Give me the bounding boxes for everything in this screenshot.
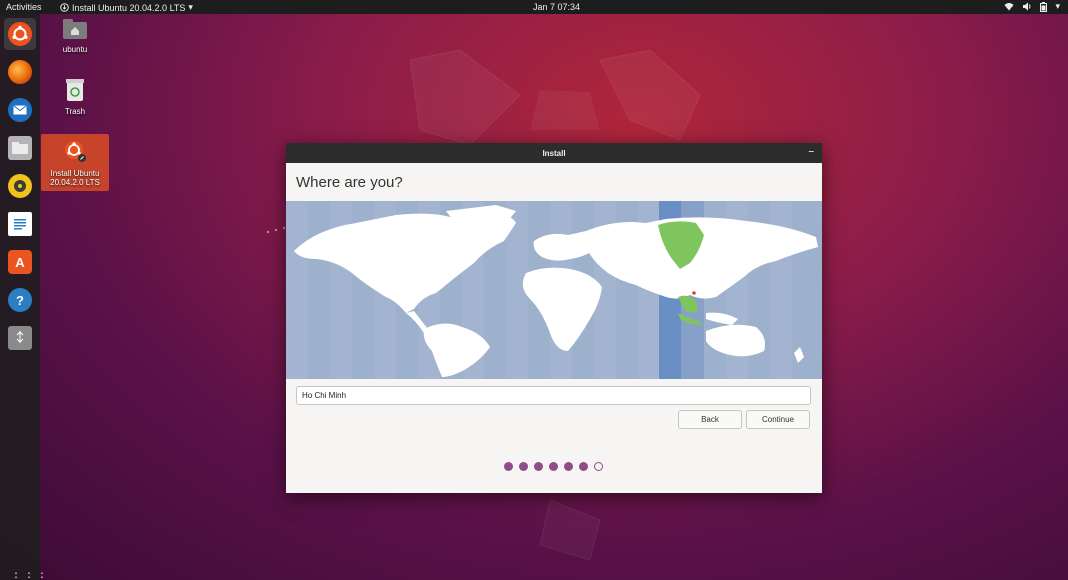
progress-dot [504,462,513,471]
progress-dot [549,462,558,471]
writer-icon [8,212,32,236]
back-button[interactable]: Back [678,410,742,429]
dock-item-usb-drive[interactable] [4,322,36,354]
app-menu-label: Install Ubuntu 20.04.2.0 LTS [72,2,186,13]
dock-item-ubuntu-installer[interactable] [4,18,36,50]
firefox-icon [8,60,32,84]
desktop-icon-label: ubuntu [62,45,88,54]
progress-dot [534,462,543,471]
desktop-icon-home[interactable]: ubuntu [41,18,109,54]
desktop-icon-label: Install Ubuntu 20.04.2.0 LTS [50,169,100,187]
rhythmbox-icon [8,174,32,198]
dock-item-libreoffice-writer[interactable] [4,208,36,240]
dock: A ? ⋮⋮⋮ [0,14,48,580]
dock-item-thunderbird[interactable] [4,94,36,126]
activities-button[interactable]: Activities [6,2,42,12]
desktop-icon-install-ubuntu[interactable]: Install Ubuntu 20.04.2.0 LTS [41,134,109,191]
dock-item-firefox[interactable] [4,56,36,88]
continue-button[interactable]: Continue [746,410,810,429]
dock-item-files[interactable] [4,132,36,164]
download-icon [60,3,69,12]
timezone-city-input[interactable] [296,386,811,405]
top-bar: Activities Install Ubuntu 20.04.2.0 LTS … [0,0,1068,14]
ubuntu-installer-icon [8,22,32,46]
dock-item-rhythmbox[interactable] [4,170,36,202]
clock[interactable]: Jan 7 07:34 [533,2,580,12]
home-folder-icon [41,18,109,42]
trash-icon [41,78,109,104]
app-menu[interactable]: Install Ubuntu 20.04.2.0 LTS ▾ [60,2,193,13]
system-menu-chevron-icon: ▾ [1055,1,1060,11]
desktop-icon-label: Trash [64,107,86,116]
chevron-down-icon: ▾ [188,2,193,12]
installer-window: Install – Where are you? Ho Chi Minh Bac… [286,143,822,493]
thunderbird-icon [8,98,32,122]
wifi-icon [1004,3,1014,11]
world-map [286,201,818,379]
progress-indicator [504,462,603,471]
window-titlebar[interactable]: Install – [286,143,822,163]
battery-icon [1040,1,1048,12]
minimize-button[interactable]: – [808,146,814,157]
ubuntu-installer-icon [41,138,109,166]
dock-item-help[interactable]: ? [4,284,36,316]
timezone-map[interactable] [286,201,822,379]
usb-drive-icon [8,326,32,350]
desktop-icon-trash[interactable]: Trash [41,78,109,116]
page-title: Where are you? [296,174,403,191]
system-tray[interactable]: ▾ [1004,1,1060,12]
progress-dot [519,462,528,471]
dock-item-ubuntu-software[interactable]: A [4,246,36,278]
progress-dot [579,462,588,471]
location-marker [691,290,697,296]
show-applications-button[interactable]: ⋮⋮⋮ [10,570,49,580]
files-icon [8,136,32,160]
window-title: Install [542,148,566,158]
software-store-icon: A [8,250,32,274]
help-icon: ? [8,288,32,312]
progress-dot [564,462,573,471]
progress-dot-current [594,462,603,471]
volume-icon [1023,2,1031,11]
